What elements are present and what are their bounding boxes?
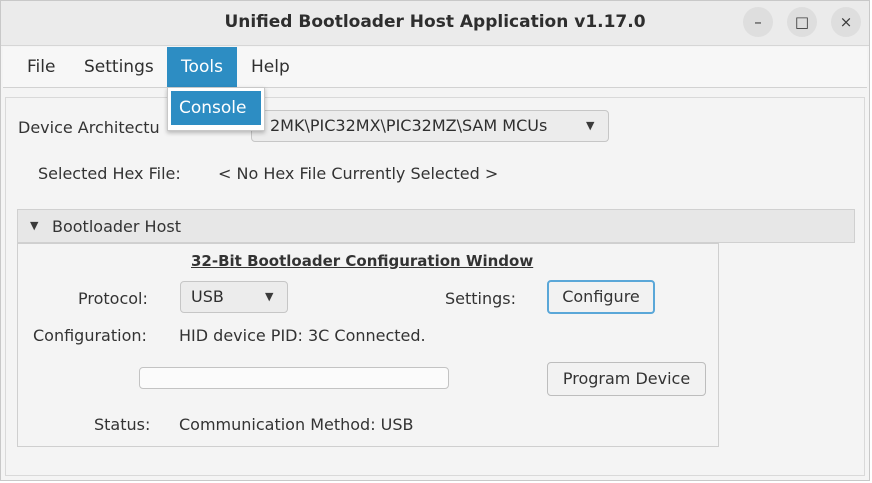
- menu-file[interactable]: File: [27, 47, 55, 87]
- bootloader-host-title: Bootloader Host: [52, 217, 181, 236]
- config-window-heading: 32-Bit Bootloader Configuration Window: [191, 252, 534, 270]
- bootloader-host-header[interactable]: ▼ Bootloader Host: [17, 209, 855, 243]
- protocol-label: Protocol:: [78, 289, 148, 308]
- maximize-button[interactable]: □: [787, 7, 817, 37]
- configure-button[interactable]: Configure: [547, 280, 655, 314]
- device-architecture-value: 2MK\PIC32MX\PIC32MZ\SAM MCUs: [270, 116, 548, 135]
- minimize-icon: –: [754, 13, 762, 31]
- protocol-select[interactable]: USB ▼: [180, 281, 288, 313]
- tools-dropdown-menu: Console: [167, 87, 265, 131]
- minimize-button[interactable]: –: [743, 7, 773, 37]
- menu-item-console[interactable]: Console: [171, 91, 261, 125]
- close-button[interactable]: ×: [831, 7, 861, 37]
- app-window: Unified Bootloader Host Application v1.1…: [0, 0, 870, 481]
- maximize-icon: □: [794, 13, 810, 31]
- device-architecture-select[interactable]: 2MK\PIC32MX\PIC32MZ\SAM MCUs ▼: [251, 110, 609, 142]
- device-architecture-label: Device Architectu: [18, 118, 160, 137]
- status-label: Status:: [94, 415, 151, 434]
- menu-settings[interactable]: Settings: [84, 47, 154, 87]
- chevron-down-icon: ▼: [586, 119, 595, 132]
- menu-help[interactable]: Help: [251, 47, 290, 87]
- configuration-label: Configuration:: [33, 326, 147, 345]
- menu-tools[interactable]: Tools: [167, 47, 237, 87]
- title-bar: Unified Bootloader Host Application v1.1…: [1, 1, 869, 46]
- protocol-value: USB: [191, 287, 224, 306]
- hex-file-value: < No Hex File Currently Selected >: [218, 164, 499, 183]
- settings-label: Settings:: [445, 289, 517, 308]
- window-title: Unified Bootloader Host Application v1.1…: [224, 12, 646, 32]
- close-icon: ×: [839, 13, 853, 31]
- program-device-button[interactable]: Program Device: [547, 362, 706, 396]
- triangle-down-icon: ▼: [30, 219, 39, 232]
- menu-bar: File Settings Tools Help: [3, 47, 867, 88]
- chevron-down-icon: ▼: [265, 290, 274, 303]
- progress-bar: [139, 367, 449, 389]
- hex-file-label: Selected Hex File:: [38, 164, 181, 183]
- configuration-value: HID device PID: 3C Connected.: [179, 326, 426, 345]
- status-value: Communication Method: USB: [179, 415, 414, 434]
